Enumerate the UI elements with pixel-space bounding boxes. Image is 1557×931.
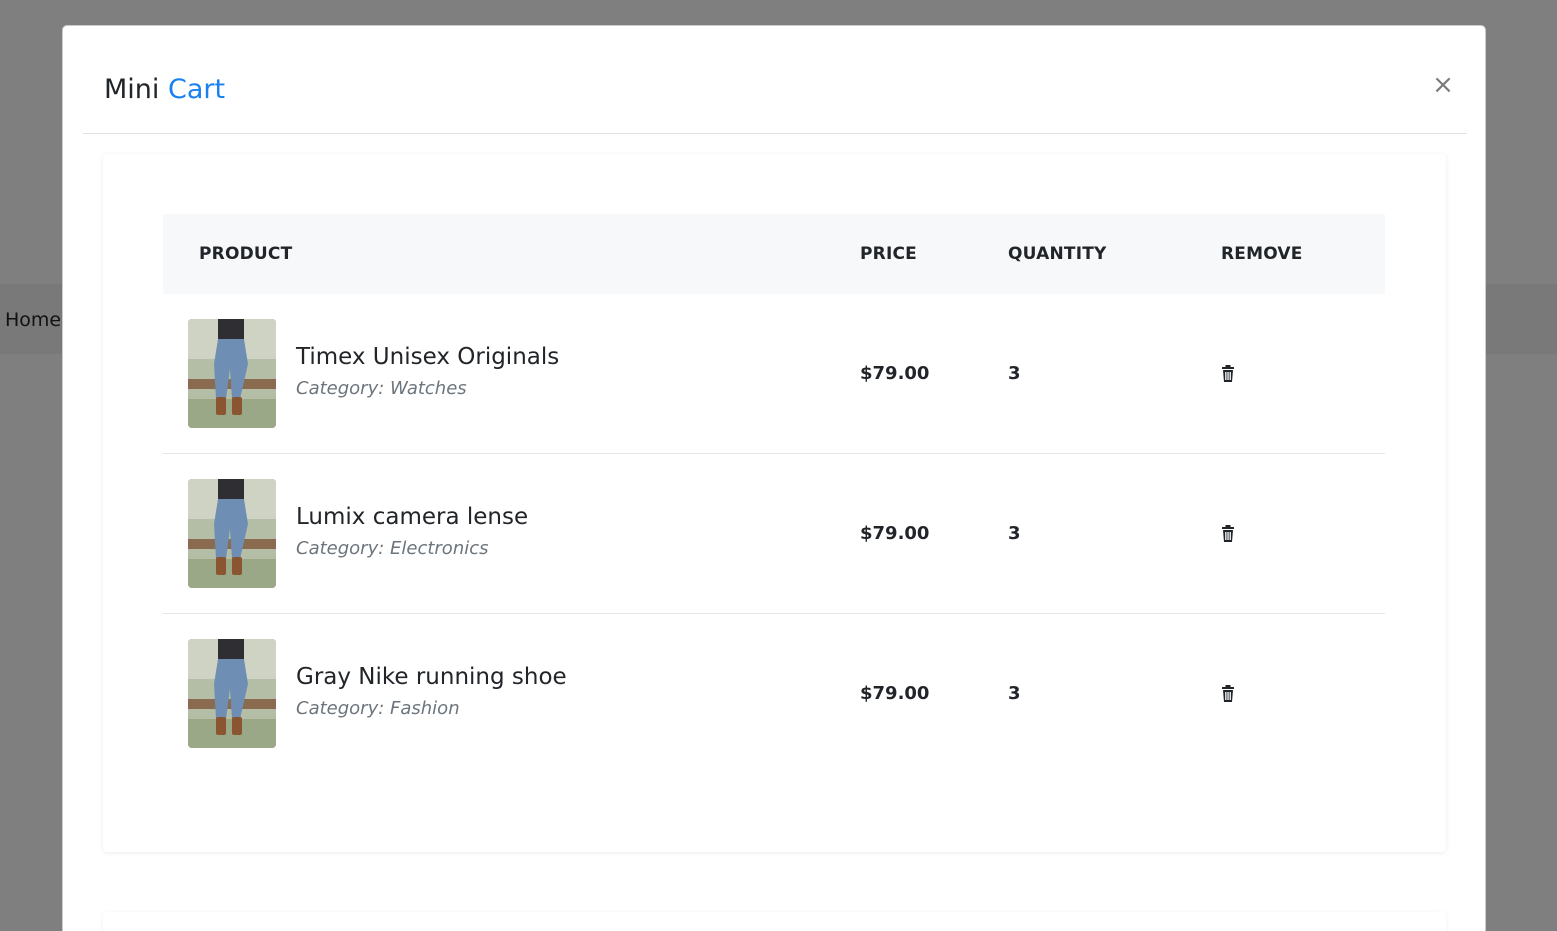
product-price: $79.00 (860, 523, 930, 544)
product-name[interactable]: Lumix camera lense (296, 504, 528, 530)
trash-icon (1218, 525, 1238, 547)
product-thumbnail[interactable] (188, 479, 276, 588)
product-category: Category: Fashion (296, 698, 460, 719)
product-category: Category: Electronics (296, 538, 489, 559)
mini-cart-modal: Mini Cart × PRODUCT PRICE QUANTITY REMOV… (62, 25, 1486, 931)
modal-title-accent: Cart (168, 74, 226, 105)
cart-card: PRODUCT PRICE QUANTITY REMOVE Timex Unis… (103, 154, 1446, 852)
table-header: PRODUCT PRICE QUANTITY REMOVE (163, 214, 1385, 294)
header-product: PRODUCT (199, 244, 293, 264)
header-remove: REMOVE (1221, 244, 1303, 264)
product-price: $79.00 (860, 683, 930, 704)
product-name[interactable]: Timex Unisex Originals (296, 344, 559, 370)
header-price: PRICE (860, 244, 917, 264)
product-name[interactable]: Gray Nike running shoe (296, 664, 567, 690)
product-quantity: 3 (1008, 363, 1021, 384)
cart-summary-card (103, 912, 1446, 931)
table-row: Timex Unisex Originals Category: Watches… (163, 294, 1385, 454)
close-button[interactable]: × (1428, 70, 1458, 100)
product-thumbnail[interactable] (188, 639, 276, 748)
product-thumbnail[interactable] (188, 319, 276, 428)
remove-item-button[interactable] (1218, 364, 1238, 384)
remove-item-button[interactable] (1218, 684, 1238, 704)
product-quantity: 3 (1008, 683, 1021, 704)
header-quantity: QUANTITY (1008, 244, 1107, 264)
table-row: Gray Nike running shoe Category: Fashion… (163, 614, 1385, 774)
trash-icon (1218, 365, 1238, 387)
modal-header: Mini Cart × (83, 26, 1467, 134)
trash-icon (1218, 685, 1238, 707)
table-row: Lumix camera lense Category: Electronics… (163, 454, 1385, 614)
modal-title-main: Mini (104, 74, 160, 105)
remove-item-button[interactable] (1218, 524, 1238, 544)
cart-table: PRODUCT PRICE QUANTITY REMOVE Timex Unis… (163, 214, 1385, 774)
product-category: Category: Watches (296, 378, 467, 399)
product-quantity: 3 (1008, 523, 1021, 544)
modal-title: Mini Cart (104, 70, 225, 110)
product-price: $79.00 (860, 363, 930, 384)
